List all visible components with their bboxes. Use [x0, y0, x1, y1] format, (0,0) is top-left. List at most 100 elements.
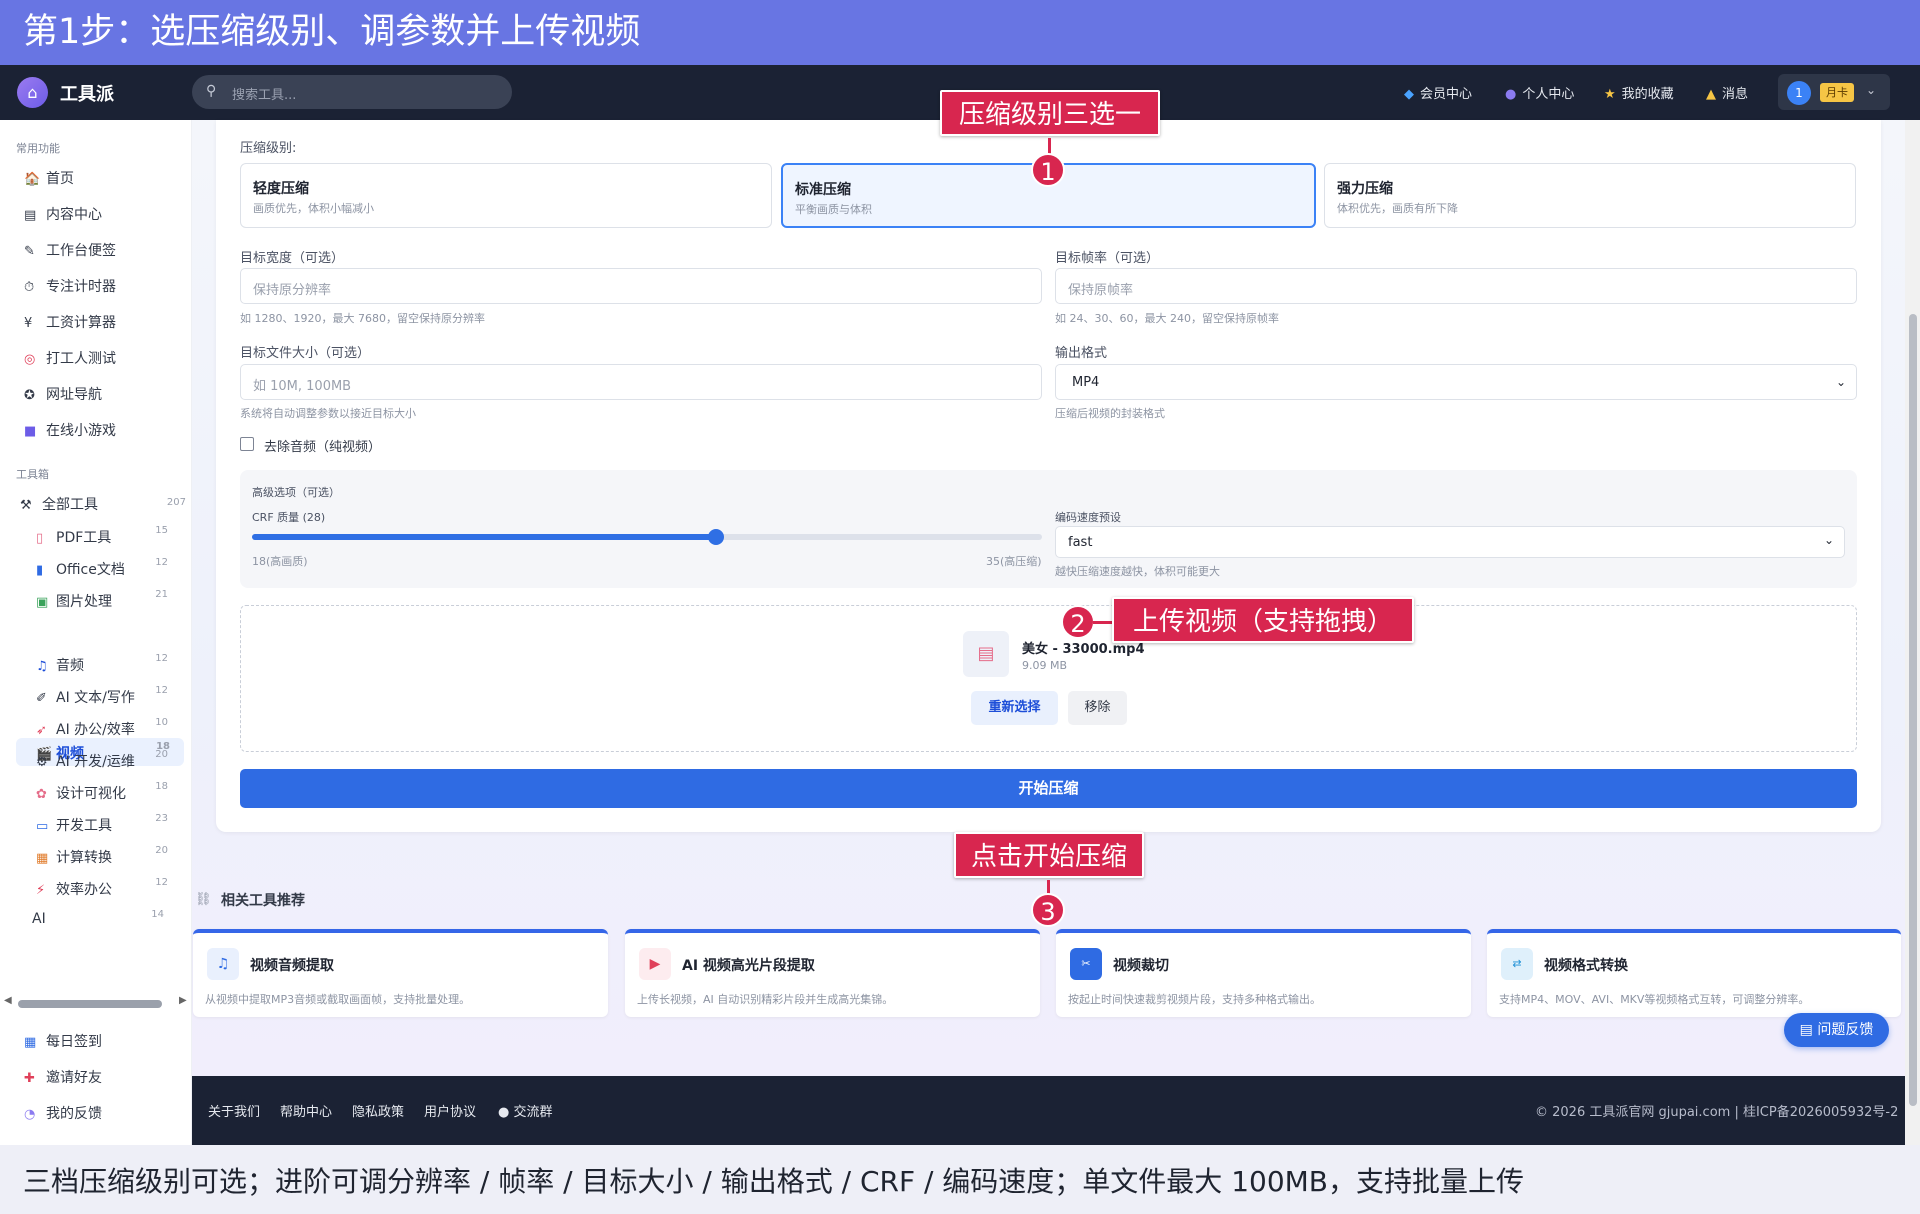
rechoose-button[interactable]: 重新选择	[971, 691, 1058, 725]
search-icon: ⚲	[206, 83, 217, 99]
sidebar-item-focus-timer[interactable]: ⏱ 专注计时器	[24, 276, 116, 296]
vertical-scrollbar-thumb[interactable]	[1909, 314, 1917, 1106]
related-card-ai-highlight[interactable]: ▶ AI 视频高光片段提取 上传长视频，AI 自动识别精彩片段并生成高光集锦。	[625, 929, 1040, 1017]
preset-label: 编码速度预设	[1055, 511, 1121, 524]
sidebar-item-design[interactable]: ✿ 设计可视化 18	[34, 778, 182, 806]
sidebar-item-salary-calc[interactable]: ¥ 工资计算器	[24, 312, 116, 332]
footer-link-terms[interactable]: 用户协议	[424, 1101, 476, 1120]
pdf-icon: ▯	[36, 531, 44, 546]
search-input[interactable]: 搜索工具...	[232, 84, 296, 103]
sidebar-item-ai-office[interactable]: ➶ AI 办公/效率 10	[34, 714, 182, 742]
calc-icon: ▦	[36, 851, 49, 866]
related-card-audio-extract[interactable]: ♫ 视频音频提取 从视频中提取MP3音频或截取画面帧，支持批量处理。	[193, 929, 608, 1017]
annotation-number-1: 1	[1031, 153, 1065, 187]
bell-icon: ▲	[1706, 87, 1716, 102]
crf-slider-handle[interactable]	[708, 529, 724, 545]
footer-link-help[interactable]: 帮助中心	[280, 1101, 332, 1120]
upload-dropzone[interactable]	[240, 605, 1857, 752]
nav-personal-center[interactable]: ● 个人中心	[1505, 83, 1574, 102]
footer-link-community[interactable]: ● 交流群	[498, 1101, 553, 1120]
sidebar-item-invite[interactable]: ✚ 邀请好友	[24, 1067, 102, 1087]
sidebar-item-content-center[interactable]: ▤ 内容中心	[24, 204, 102, 224]
sidebar-item-ai[interactable]: AI 14	[30, 906, 178, 934]
logo-icon[interactable]: ⌂	[17, 77, 48, 108]
user-icon: ●	[1505, 87, 1517, 102]
note-icon: ✎	[24, 244, 35, 259]
music-note-icon: ♫	[207, 948, 239, 980]
content-icon: ▤	[24, 208, 37, 223]
start-compress-button[interactable]: 开始压缩	[240, 769, 1857, 808]
sidebar-item-efficiency[interactable]: ⚡ 效率办公 12	[34, 874, 182, 902]
chevron-down-icon: ⌄	[1835, 375, 1846, 389]
annotation-callout-2: 上传视频（支持拖拽）	[1112, 597, 1414, 643]
sidebar-item-notes[interactable]: ✎ 工作台便签	[24, 240, 116, 260]
level-label: 压缩级别:	[240, 141, 297, 156]
format-select[interactable]: MP4 ⌄	[1055, 364, 1857, 400]
annotation-number-3: 3	[1031, 893, 1065, 927]
scroll-left-icon[interactable]: ◀	[4, 995, 12, 1006]
level-option-light[interactable]: 轻度压缩 画质优先，体积小幅减小	[240, 163, 772, 228]
sidebar-horizontal-scrollbar[interactable]	[18, 1000, 162, 1008]
width-label: 目标宽度（可选）	[240, 251, 345, 266]
width-input[interactable]: 保持原分辨率	[240, 268, 1042, 304]
crf-slider-fill	[252, 534, 716, 540]
size-input[interactable]: 如 10M, 100MB	[240, 364, 1042, 400]
footer-link-about[interactable]: 关于我们	[208, 1101, 260, 1120]
sidebar-item-all-tools[interactable]: ⚒ 全部工具 207	[20, 494, 190, 514]
chevron-down-icon[interactable]: ⌄	[1866, 83, 1876, 97]
user-menu[interactable]: 1 月卡 ⌄	[1778, 74, 1890, 110]
chat-icon: ◔	[24, 1107, 36, 1122]
sidebar-item-ai-dev[interactable]: ⚙ AI 开发/运维 20	[34, 746, 182, 774]
related-card-video-crop[interactable]: ✂ 视频裁切 按起止时间快速裁剪视频片段，支持多种格式输出。	[1056, 929, 1471, 1017]
related-tools-title: 相关工具推荐	[221, 893, 305, 909]
diamond-icon: ◆	[1404, 87, 1414, 102]
sidebar-item-url-nav[interactable]: ✪ 网址导航	[24, 384, 102, 404]
sidebar-section-common: 常用功能	[16, 142, 60, 155]
nav-favorites[interactable]: ★ 我的收藏	[1604, 83, 1674, 102]
sidebar-item-audio[interactable]: ♫ 音频 12	[34, 650, 182, 678]
copyright: © 2026 工具派官网 gjupai.com | 桂ICP备202600593…	[1535, 1105, 1899, 1120]
size-hint: 系统将自动调整参数以接近目标大小	[240, 407, 416, 420]
calendar-icon: ▦	[24, 1035, 37, 1050]
sidebar-item-office[interactable]: ▮ Office文档 12	[34, 554, 182, 582]
related-card-format-convert[interactable]: ⇄ 视频格式转换 支持MP4、MOV、AVI、MKV等视频格式互转，可调整分辨率…	[1487, 929, 1901, 1017]
remove-audio-label[interactable]: 去除音频（纯视频）	[264, 436, 381, 455]
feedback-button[interactable]: ▤ 问题反馈	[1784, 1013, 1889, 1047]
sidebar-item-calc[interactable]: ▦ 计算转换 20	[34, 842, 182, 870]
sidebar-item-worker-test[interactable]: ◎ 打工人测试	[24, 348, 116, 368]
nav-vip-center[interactable]: ◆ 会员中心	[1404, 83, 1472, 102]
avatar[interactable]: 1	[1787, 81, 1811, 105]
nav-messages[interactable]: ▲ 消息	[1706, 83, 1748, 102]
sidebar-item-image[interactable]: ▣ 图片处理 21	[34, 586, 182, 614]
chat-bubble-icon: ●	[498, 1105, 514, 1120]
caption-text: 三档压缩级别可选；进阶可调分辨率 / 帧率 / 目标大小 / 输出格式 / CR…	[23, 1165, 1524, 1198]
sidebar-item-pdf[interactable]: ▯ PDF工具 15	[34, 522, 182, 550]
annotation-number-2: 2	[1061, 605, 1095, 639]
scroll-right-icon[interactable]: ▶	[179, 995, 187, 1006]
tools-icon: ⚒	[20, 498, 32, 513]
chevron-down-icon: ⌄	[1823, 533, 1834, 547]
ai-office-icon: ➶	[36, 723, 47, 738]
format-hint: 压缩后视频的封装格式	[1055, 407, 1165, 420]
fps-input[interactable]: 保持原帧率	[1055, 268, 1857, 304]
link-icon: ⛓	[195, 892, 212, 907]
size-label: 目标文件大小（可选）	[240, 346, 371, 361]
image-icon: ▣	[36, 595, 49, 610]
preset-hint: 越快压缩速度越快，体积可能更大	[1055, 565, 1220, 578]
search-bar[interactable]: ⚲ 搜索工具...	[192, 75, 512, 109]
sidebar-item-dev-tools[interactable]: ▭ 开发工具 23	[34, 810, 182, 838]
convert-icon: ⇄	[1501, 948, 1533, 980]
sidebar-item-mini-games[interactable]: ■ 在线小游戏	[24, 420, 116, 440]
preset-select[interactable]: fast ⌄	[1055, 526, 1845, 558]
remove-file-button[interactable]: 移除	[1068, 691, 1127, 725]
level-option-strong[interactable]: 强力压缩 体积优先，画质有所下降	[1324, 163, 1856, 228]
sidebar-item-home[interactable]: 🏠 首页	[24, 168, 74, 188]
remove-audio-checkbox[interactable]	[240, 437, 254, 451]
sidebar-item-my-feedback[interactable]: ◔ 我的反馈	[24, 1103, 102, 1123]
sidebar-item-ai-writing[interactable]: ✐ AI 文本/写作 12	[34, 682, 182, 710]
brand-name[interactable]: 工具派	[60, 80, 114, 106]
sidebar-item-daily-checkin[interactable]: ▦ 每日签到	[24, 1031, 102, 1051]
music-icon: ♫	[36, 659, 48, 674]
sidebar-section-toolbox: 工具箱	[16, 468, 49, 481]
footer-link-privacy[interactable]: 隐私政策	[352, 1101, 404, 1120]
